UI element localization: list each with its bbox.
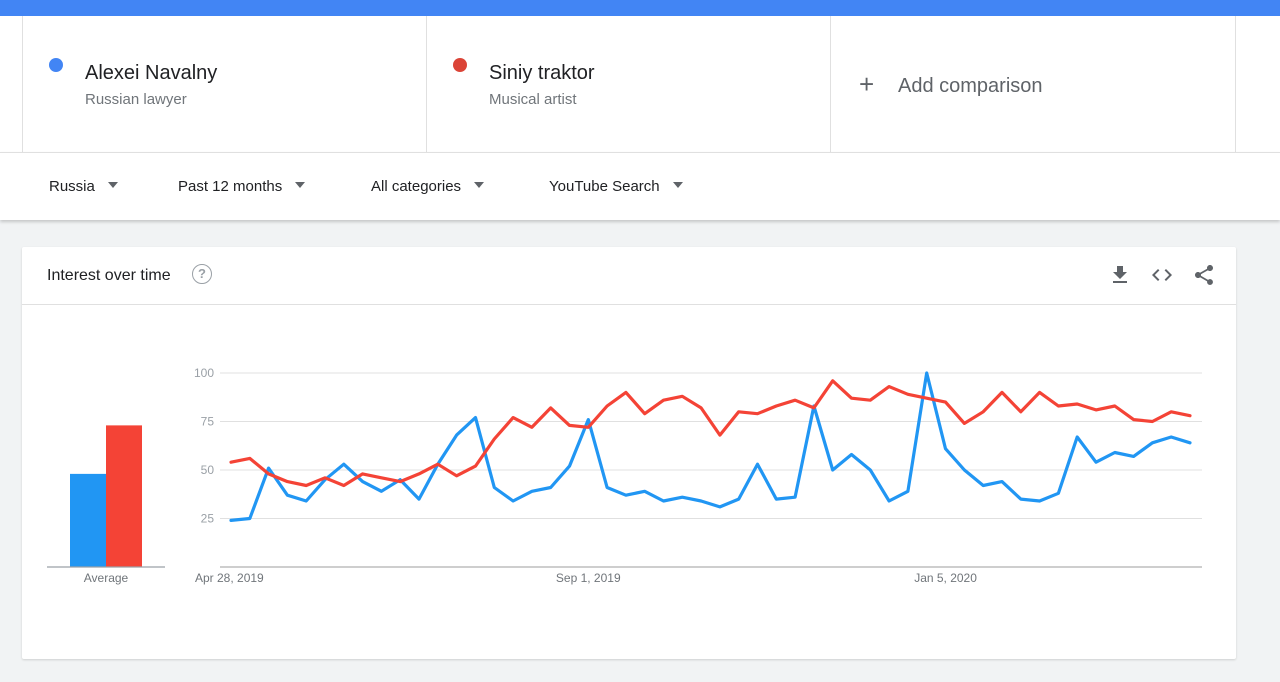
term-1-subtitle: Russian lawyer [85, 91, 187, 108]
caret-down-icon [107, 182, 118, 188]
x-tick-label: Sep 1, 2019 [556, 571, 621, 585]
plus-icon: + [859, 69, 875, 99]
embed-icon[interactable] [1150, 263, 1174, 287]
card-title: Interest over time [47, 267, 171, 284]
comparison-bar: Alexei Navalny Russian lawyer Siniy trak… [0, 16, 1280, 152]
source-value: YouTube Search [549, 178, 660, 195]
average-bar-2 [106, 425, 142, 567]
share-icon[interactable] [1192, 263, 1216, 287]
x-tick-label: Jan 5, 2020 [914, 571, 977, 585]
term-2-color-dot [453, 58, 467, 72]
help-icon[interactable]: ? [192, 264, 212, 284]
card-header: Interest over time ? [22, 247, 1236, 305]
y-tick-label: 75 [201, 415, 215, 429]
period-value: Past 12 months [178, 178, 283, 195]
y-tick-label: 100 [194, 366, 214, 380]
source-dropdown[interactable]: YouTube Search [549, 178, 683, 195]
series-line-1 [229, 371, 1192, 522]
average-label: Average [84, 571, 129, 585]
caret-down-icon [474, 182, 485, 188]
average-bar-1 [70, 473, 106, 567]
x-tick-label: Apr 28, 2019 [195, 571, 264, 585]
term-2-subtitle: Musical artist [489, 91, 577, 108]
top-bar [0, 0, 1280, 16]
download-icon[interactable] [1108, 263, 1132, 287]
region-dropdown[interactable]: Russia [49, 178, 118, 195]
period-dropdown[interactable]: Past 12 months [178, 178, 306, 195]
interest-chart: Average 25 50 75 100 Apr 28, 2019 Sep 1, 2019… [47, 366, 1202, 585]
y-tick-label: 50 [201, 463, 215, 477]
filter-bar: Russia Past 12 months All categories You… [0, 152, 1280, 220]
add-comparison-label: Add comparison [898, 75, 1043, 97]
category-dropdown[interactable]: All categories [371, 178, 485, 195]
term-1-color-dot [49, 58, 63, 72]
term-1-name: Alexei Navalny [85, 62, 218, 84]
term-2-name: Siniy traktor [489, 62, 595, 84]
region-value: Russia [49, 178, 95, 195]
caret-down-icon [295, 182, 306, 188]
caret-down-icon [672, 182, 683, 188]
term-card-2[interactable]: Siniy traktor Musical artist [426, 16, 831, 152]
interest-over-time-card: Interest over time ? Average 25 50 75 100 Ap… [22, 247, 1236, 659]
y-tick-label: 25 [201, 512, 215, 526]
add-comparison-button[interactable]: + Add comparison [830, 16, 1236, 152]
term-card-1[interactable]: Alexei Navalny Russian lawyer [22, 16, 427, 152]
category-value: All categories [371, 178, 462, 195]
